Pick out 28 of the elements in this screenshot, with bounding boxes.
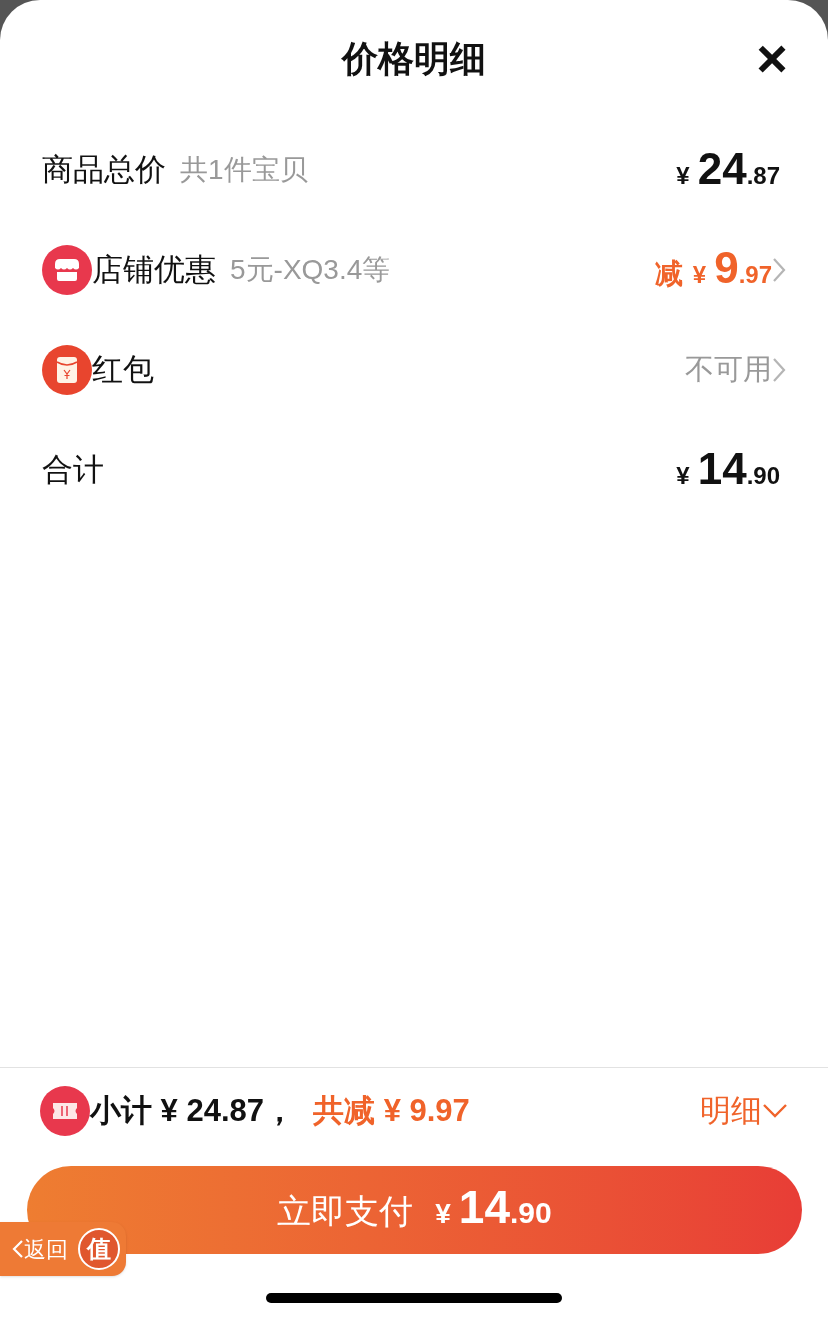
currency-symbol: ¥ — [692, 259, 707, 290]
status-text: 不可用 — [685, 352, 772, 388]
price-integer: 24 — [697, 146, 747, 191]
total-discount-text: 共减 ¥ 9.97 — [313, 1091, 470, 1130]
back-icon — [12, 1239, 24, 1259]
sheet-title: 价格明细 — [342, 37, 486, 81]
price-decimal: .87 — [746, 161, 780, 191]
price-integer: 9 — [714, 245, 739, 290]
back-button[interactable]: 返回 值 — [0, 1222, 126, 1276]
currency-symbol: ¥ — [676, 460, 690, 491]
ticket-icon — [40, 1086, 90, 1136]
logo-badge: 值 — [78, 1228, 120, 1270]
envelope-icon — [42, 345, 92, 395]
row-note: 共1件宝贝 — [180, 153, 308, 187]
row-label: 商品总价 — [42, 150, 166, 189]
row-label: 合计 — [42, 450, 104, 489]
discount-label: 减 — [654, 256, 683, 291]
row-label: 店铺优惠 — [92, 250, 216, 289]
price-integer: 14 — [697, 446, 747, 491]
currency-symbol: ¥ — [676, 160, 690, 191]
shop-icon — [42, 245, 92, 295]
details-toggle[interactable]: 明细 — [700, 1087, 788, 1135]
price-decimal: .97 — [738, 259, 772, 290]
row-note: 5元-XQ3.4等 — [230, 253, 391, 287]
price-decimal: .90 — [746, 461, 780, 491]
row-label: 红包 — [92, 350, 154, 389]
subtotal-text: 小计 ¥ 24.87， — [90, 1091, 296, 1130]
close-button[interactable]: × — [750, 36, 794, 80]
